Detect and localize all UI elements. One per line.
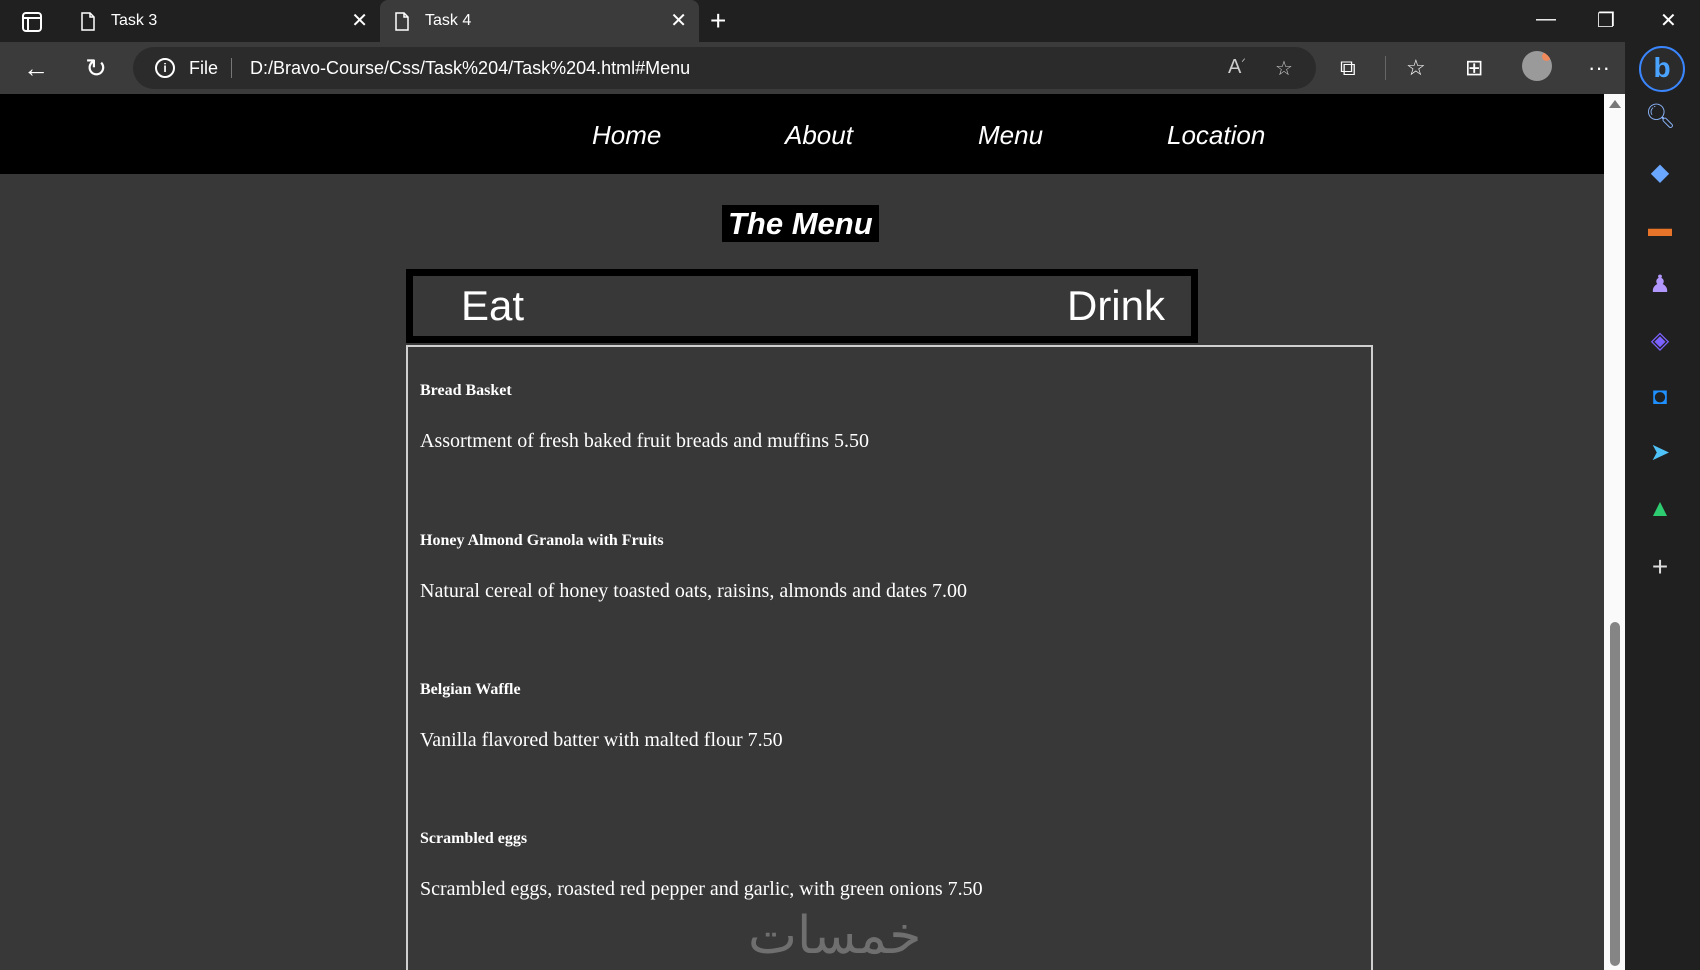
browser-sidebar: b 🔍︎ ◆ ▬ ♟ ◈ ◘ ➤ ▲ +	[1625, 42, 1700, 970]
close-tab-icon[interactable]: ✕	[670, 11, 687, 31]
item-name: Scrambled eggs	[420, 830, 528, 847]
divider	[231, 58, 232, 78]
copilot-icon[interactable]: ◈	[1645, 326, 1675, 356]
list-item: Scrambled eggs Scrambled eggs, roasted r…	[420, 830, 983, 901]
tab-eat[interactable]: Eat	[461, 282, 524, 330]
scroll-up-icon[interactable]	[1609, 100, 1621, 108]
item-name: Honey Almond Granola with Fruits	[420, 532, 664, 549]
menu-items-panel: Bread Basket Assortment of fresh baked f…	[406, 345, 1373, 970]
menu-title: The Menu	[722, 205, 879, 242]
page-icon	[81, 12, 95, 31]
tab-task-3[interactable]: Task 3 ✕	[66, 0, 380, 42]
nav-link-about[interactable]: About	[785, 120, 853, 151]
list-item: Belgian Waffle Vanilla flavored batter w…	[420, 681, 783, 752]
add-icon[interactable]: +	[1645, 552, 1675, 582]
outlook-icon[interactable]: ◘	[1645, 382, 1675, 412]
scrollbar-thumb[interactable]	[1610, 622, 1620, 966]
favorites-icon[interactable]: ☆	[1406, 54, 1426, 82]
item-description: Natural cereal of honey toasted oats, ra…	[420, 580, 968, 602]
games-icon[interactable]: ♟	[1645, 270, 1675, 300]
read-aloud-icon[interactable]: Aᐟ	[1228, 56, 1246, 79]
tab-task-4[interactable]: Task 4 ✕	[380, 0, 699, 42]
nav-link-menu[interactable]: Menu	[978, 120, 1043, 151]
restore-icon[interactable]: ❐	[1597, 8, 1615, 33]
nav-link-home[interactable]: Home	[592, 120, 661, 151]
minimize-icon[interactable]: —	[1536, 8, 1556, 31]
telegram-icon[interactable]: ➤	[1645, 438, 1675, 468]
item-name: Bread Basket	[420, 382, 512, 399]
profile-icon[interactable]	[1522, 51, 1552, 81]
watermark-logo: خمسات	[748, 906, 922, 966]
browser-toolbar: ← ↻ i File D:/Bravo-Course/Css/Task%204/…	[0, 42, 1700, 94]
collections-icon[interactable]: ⊞	[1465, 54, 1483, 82]
tab-drink[interactable]: Drink	[1067, 282, 1165, 330]
item-description: Scrambled eggs, roasted red pepper and g…	[420, 878, 983, 900]
tools-icon[interactable]: ▬	[1645, 214, 1675, 244]
item-name: Belgian Waffle	[420, 681, 521, 698]
shopping-tag-icon[interactable]: ◆	[1645, 158, 1675, 188]
site-navigation: Home About Menu Location	[0, 94, 1604, 174]
window-close-icon[interactable]: ✕	[1660, 8, 1677, 33]
list-item: Bread Basket Assortment of fresh baked f…	[420, 382, 869, 453]
page-icon	[395, 12, 409, 31]
url-text[interactable]: D:/Bravo-Course/Css/Task%204/Task%204.ht…	[250, 58, 690, 79]
info-icon[interactable]: i	[155, 58, 175, 78]
menu-tabs: Eat Drink	[406, 269, 1198, 343]
list-item: Honey Almond Granola with Fruits Natural…	[420, 532, 967, 603]
tab-title: Task 3	[111, 12, 158, 29]
back-icon[interactable]: ←	[20, 52, 52, 84]
refresh-icon[interactable]: ↻	[80, 52, 112, 84]
nav-link-location[interactable]: Location	[1167, 120, 1265, 151]
browser-tab-bar: Task 3 ✕ Task 4 ✕ + — ❐ ✕	[0, 0, 1700, 42]
new-tab-icon[interactable]: +	[710, 7, 726, 35]
vertical-scrollbar[interactable]	[1604, 94, 1625, 970]
tab-actions-icon[interactable]	[14, 10, 48, 34]
scheme-label: File	[189, 58, 219, 78]
more-icon[interactable]: ···	[1588, 54, 1610, 82]
search-icon[interactable]: 🔍︎	[1645, 102, 1675, 132]
item-description: Assortment of fresh baked fruit breads a…	[420, 430, 869, 452]
tab-title: Task 4	[425, 12, 472, 29]
tree-icon[interactable]: ▲	[1645, 494, 1675, 524]
divider	[1385, 56, 1386, 80]
copilot-bing-icon[interactable]: b	[1639, 46, 1685, 92]
close-tab-icon[interactable]: ✕	[351, 11, 368, 31]
extensions-icon[interactable]: ⧉	[1340, 54, 1356, 82]
page-viewport: Home About Menu Location The Menu Eat Dr…	[0, 94, 1604, 970]
favorite-add-icon[interactable]: ☆	[1275, 56, 1293, 81]
item-description: Vanilla flavored batter with malted flou…	[420, 729, 783, 751]
address-bar[interactable]: i File D:/Bravo-Course/Css/Task%204/Task…	[133, 47, 1316, 89]
